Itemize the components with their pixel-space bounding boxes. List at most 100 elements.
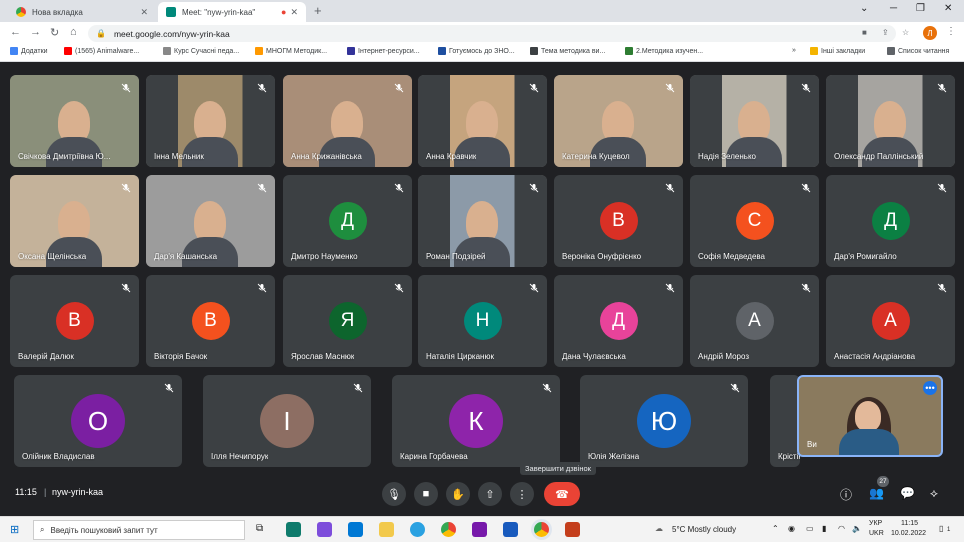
close-tab-icon[interactable]: ✕ — [290, 7, 298, 18]
volume-icon[interactable]: 🔈 — [852, 524, 862, 533]
battery-icon[interactable]: ▮ — [822, 524, 826, 533]
participant-tile[interactable]: В Вікторія Бачок — [146, 275, 275, 367]
home-icon[interactable]: ⌂ — [70, 26, 77, 38]
participant-tile[interactable]: В Вероніка Онуфрієнко — [554, 175, 683, 267]
mic-muted-icon — [353, 383, 363, 393]
telegram-icon[interactable] — [410, 522, 425, 537]
bookmark-star-icon[interactable]: ☆ — [902, 28, 909, 37]
bookmark-item[interactable]: Курс Сучасні педа... — [163, 47, 239, 55]
participant-tile[interactable]: С Софія Медведева — [690, 175, 819, 267]
chat-icon[interactable]: 💬 — [900, 486, 915, 500]
bookmark-item[interactable]: Готуємось до ЗНО... — [438, 47, 515, 55]
camera-button[interactable]: ■ — [414, 482, 438, 506]
more-options-button[interactable]: ⋮ — [510, 482, 534, 506]
participant-tile[interactable]: Катерина Куцевол — [554, 75, 683, 167]
mail-icon[interactable] — [348, 522, 363, 537]
taskbar-search-box[interactable]: ⌕ Введіть пошуковий запит тут — [33, 520, 245, 540]
end-call-button[interactable]: ☎ — [544, 482, 580, 506]
participant-tile[interactable]: Д Дар'я Ромигайло — [826, 175, 955, 267]
participant-tile[interactable]: К Карина Горбачева — [392, 375, 560, 467]
clock-date[interactable]: 10.02.2022 — [891, 530, 926, 537]
youtube-icon — [64, 47, 72, 55]
close-tab-icon[interactable]: ✕ — [140, 7, 148, 18]
participant-tile[interactable]: А Анастасія Андріанова — [826, 275, 955, 367]
tab-search-icon[interactable]: ⌄ — [860, 3, 868, 14]
participant-tile[interactable]: А Андрій Мороз — [690, 275, 819, 367]
tray-icon[interactable]: ◉ — [788, 524, 795, 533]
new-tab-button[interactable]: + — [314, 3, 322, 18]
back-icon[interactable]: ← — [10, 26, 21, 38]
participant-tile[interactable]: Свічкова Дмитріївна Ю... — [10, 75, 139, 167]
participant-tile[interactable]: Надія Зеленько — [690, 75, 819, 167]
browser-menu-icon[interactable]: ⋮ — [946, 26, 956, 37]
microphone-button[interactable]: 🎙 — [382, 482, 406, 506]
share-icon[interactable]: ⇪ — [882, 28, 889, 37]
participant-tile[interactable]: Н Наталія Цирканюк — [418, 275, 547, 367]
reload-icon[interactable]: ↻ — [50, 26, 59, 39]
task-view-icon[interactable]: ⧉ — [256, 523, 263, 534]
word-icon[interactable] — [503, 522, 518, 537]
participant-tile[interactable]: Анна Крижанівська — [283, 75, 412, 167]
powerpoint-icon[interactable] — [565, 522, 580, 537]
edge-icon[interactable] — [286, 522, 301, 537]
more-bookmarks-icon[interactable]: » — [792, 47, 796, 54]
bookmark-apps[interactable]: Додатки — [10, 47, 48, 55]
participant-tile[interactable]: Крістіна — [770, 375, 800, 467]
participant-tile[interactable]: Олександр Паллінський — [826, 75, 955, 167]
more-options-icon[interactable]: ••• — [923, 381, 937, 395]
participant-tile[interactable]: О Олійник Владислав — [14, 375, 182, 467]
raise-hand-button[interactable]: ✋ — [446, 482, 470, 506]
notification-icon[interactable]: ▯ — [939, 524, 943, 533]
tray-arrow-icon[interactable]: ⌃ — [772, 524, 779, 533]
bookmark-item[interactable]: МНОГМ Методик... — [255, 47, 327, 55]
participant-tile[interactable]: Дар'я Кашанська — [146, 175, 275, 267]
windows-start-icon[interactable]: ⊞ — [10, 523, 19, 536]
maximize-button[interactable]: ❐ — [916, 3, 925, 14]
viber-icon[interactable] — [317, 522, 332, 537]
bookmark-item[interactable]: 2.Методика изучен... — [625, 47, 703, 55]
profile-avatar[interactable]: Л — [923, 26, 937, 40]
bookmark-reading-list[interactable]: Список читання — [887, 47, 949, 55]
file-explorer-icon[interactable] — [379, 522, 394, 537]
participant-tile[interactable]: Роман Подзірей — [418, 175, 547, 267]
participant-tile[interactable]: Д Дана Чулаєвська — [554, 275, 683, 367]
bookmark-item[interactable]: (1565) Animalware... — [64, 47, 139, 55]
participant-tile[interactable]: Анна Кравчик — [418, 75, 547, 167]
meeting-time: 11:15 — [15, 487, 37, 497]
onenote-icon[interactable] — [472, 522, 487, 537]
bookmark-item[interactable]: Інтернет-ресурси... — [347, 47, 420, 55]
tab-new-tab[interactable]: Нова вкладка ✕ — [8, 2, 156, 22]
chrome-active-icon[interactable] — [534, 522, 549, 537]
weather-text[interactable]: 5°C Mostly cloudy — [672, 525, 736, 534]
participant-name: Юлія Желізна — [588, 452, 640, 461]
clock-time[interactable]: 11:15 — [901, 520, 918, 527]
minimize-button[interactable]: ─ — [890, 3, 897, 14]
bookmark-label: Інтернет-ресурси... — [358, 47, 420, 55]
reading-list-icon — [887, 47, 895, 55]
bookmark-other[interactable]: Інші закладки — [810, 47, 865, 55]
tab-meet[interactable]: Meet: "nyw-yrin-kaa" ● ✕ — [158, 2, 306, 22]
participant-tile[interactable]: Я Ярослав Маснюк — [283, 275, 412, 367]
language-bottom[interactable]: UKR — [869, 530, 884, 537]
participant-tile[interactable]: Ю Юлія Желізна — [580, 375, 748, 467]
participant-name: Надія Зеленько — [698, 152, 756, 161]
wifi-icon[interactable]: ◠ — [838, 524, 845, 533]
self-view-tile[interactable]: ••• Ви — [797, 375, 943, 457]
chrome-taskbar-icon[interactable] — [441, 522, 456, 537]
participant-tile[interactable]: В Валерій Далюк — [10, 275, 139, 367]
camera-in-use-icon[interactable]: ■ — [862, 28, 867, 37]
forward-icon[interactable]: → — [30, 26, 41, 38]
participant-tile[interactable]: Інна Мельник — [146, 75, 275, 167]
present-button[interactable]: ⇧ — [478, 482, 502, 506]
language-top[interactable]: УКР — [869, 520, 882, 527]
address-bar[interactable]: 🔒 meet.google.com/nyw-yrin-kaa — [88, 25, 896, 42]
network-icon[interactable]: ▭ — [806, 524, 814, 533]
activities-icon[interactable]: ⟡ — [930, 486, 938, 501]
meeting-details-icon[interactable]: ⓘ — [840, 486, 852, 503]
participant-tile[interactable]: І Ілля Нечипорук — [203, 375, 371, 467]
participant-tile[interactable]: Оксана Щелінська — [10, 175, 139, 267]
close-window-button[interactable]: ✕ — [944, 3, 952, 14]
participant-tile[interactable]: Д Дмитро Науменко — [283, 175, 412, 267]
people-icon[interactable]: 👥 — [869, 486, 884, 500]
bookmark-item[interactable]: Тема методика ви... — [530, 47, 605, 55]
